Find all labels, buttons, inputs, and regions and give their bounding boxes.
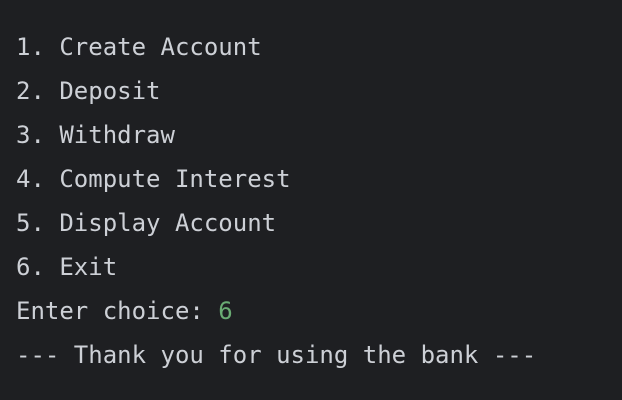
menu-item-compute-interest: 4. Compute Interest xyxy=(16,165,291,193)
farewell-message: --- Thank you for using the bank --- xyxy=(16,341,537,369)
choice-prompt-label: Enter choice: xyxy=(16,297,219,325)
choice-prompt-line: Enter choice: 6 xyxy=(16,292,622,336)
menu-item-create-account: 1. Create Account xyxy=(16,33,262,61)
menu-item-deposit: 2. Deposit xyxy=(16,77,161,105)
menu-item-exit: 6. Exit xyxy=(16,253,118,281)
menu-item-display-account: 5. Display Account xyxy=(16,209,277,237)
menu-item-withdraw: 3. Withdraw xyxy=(16,121,175,149)
console-output[interactable]: 1. Create Account 2. Deposit 3. Withdraw… xyxy=(0,0,622,400)
choice-input-value[interactable]: 6 xyxy=(218,297,232,325)
